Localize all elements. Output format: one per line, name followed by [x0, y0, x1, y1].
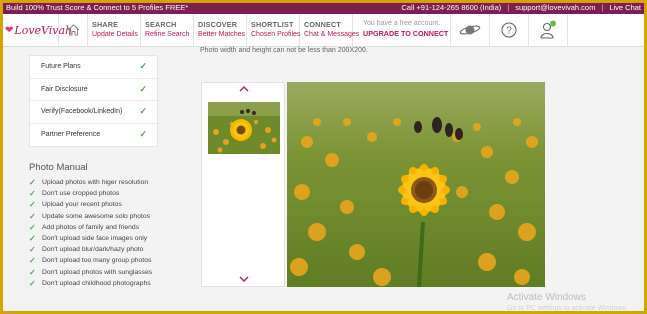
nav-discover[interactable]: DISCOVER Better Matches: [194, 14, 247, 46]
support-email-link[interactable]: support@lovevivah.com: [515, 3, 595, 12]
nav-subtitle: Chat & Messages: [304, 31, 360, 38]
nav-title: CONNECT: [304, 20, 341, 29]
heart-icon: ❤: [5, 24, 14, 36]
sunflower-thumbnail-image: [208, 102, 280, 154]
checkmark-icon: ✓: [29, 267, 36, 277]
list-item: ✓ Don't upload too many group photos: [29, 256, 152, 266]
nav-subtitle: Better Matches: [198, 31, 246, 38]
photo-preview: [287, 82, 545, 287]
checkmark-icon: ✓: [29, 178, 36, 188]
activate-windows-watermark: Activate Windows: [507, 292, 586, 303]
activate-windows-subtext: Go to PC settings to activate Windows.: [507, 305, 628, 312]
list-item: ✓ Don't upload childhood photographs: [29, 278, 151, 288]
svg-text:?: ?: [506, 26, 512, 37]
list-item: ✓ Don't upload photos with sunglasses: [29, 267, 153, 277]
logo[interactable]: ❤ LoveVivah: [0, 14, 72, 46]
call-text: Call +91-124-265 8600 (India): [401, 2, 502, 12]
checkmark-icon: ✓: [139, 83, 147, 94]
scroll-down-button[interactable]: [202, 274, 286, 284]
list-item: ✓ Add photos of family and friends: [29, 222, 140, 232]
list-item: ✓ Don't use cropped photos: [29, 189, 120, 199]
menu-item-future-plans[interactable]: Future Plans ✓: [30, 56, 157, 79]
separator: |: [507, 2, 510, 12]
nav-subtitle: Refine Search: [145, 31, 190, 38]
live-chat-link[interactable]: Live Chat: [609, 3, 641, 12]
checkmark-icon: ✓: [139, 129, 147, 140]
checkmark-icon: ✓: [29, 245, 36, 255]
checkmark-icon: ✓: [29, 189, 36, 199]
list-item: ✓ Don't upload side face images only: [29, 234, 148, 244]
list-item: ✓ Upload photos with higer resolution: [29, 178, 149, 188]
menu-item-label: Future Plans: [41, 63, 81, 71]
checkmark-icon: ✓: [29, 256, 36, 266]
photo-manual-list: ✓ Upload photos with higer resolution ✓ Do…: [29, 177, 194, 289]
menu-item-verify[interactable]: Verify(Facebook/LinkedIn) ✓: [30, 101, 157, 124]
promo-bar: Build 100% Trust Score & Connect to 5 Pr…: [0, 0, 647, 14]
nav-shortlist[interactable]: SHORTLIST Chosen Profiles: [247, 14, 300, 46]
nav-subtitle: Chosen Profiles: [251, 31, 301, 38]
list-item: ✓ Upload your recent photos: [29, 200, 122, 210]
nav-title: SHARE: [92, 20, 119, 29]
nav-connect[interactable]: CONNECT Chat & Messages: [300, 14, 360, 46]
checkmark-icon: ✓: [139, 106, 147, 117]
promo-link[interactable]: Build 100% Trust Score & Connect to 5 Pr…: [6, 3, 401, 12]
checkmark-icon: ✓: [29, 200, 36, 210]
home-icon: [67, 24, 79, 36]
checkmark-icon: ✓: [139, 61, 147, 72]
account-note: You have a free account.: [363, 20, 441, 27]
main-header: ❤ LoveVivah SHARE Update Details SEARCH …: [0, 14, 647, 47]
checkmark-icon: ✓: [29, 211, 36, 221]
help-icon: ?: [501, 22, 517, 38]
menu-item-partner-preference[interactable]: Partner Preference ✓: [30, 124, 157, 147]
nav-title: SEARCH: [145, 20, 177, 29]
photo-manual-title: Photo Manual: [29, 162, 88, 173]
nav-title: DISCOVER: [198, 20, 238, 29]
thumbnail-strip: [201, 82, 285, 287]
photo-size-note: Photo width and height can not be less t…: [200, 47, 368, 54]
profile-button[interactable]: [529, 14, 568, 46]
planet-button[interactable]: [451, 14, 490, 46]
upgrade-box[interactable]: You have a free account. UPGRADE TO CONN…: [353, 14, 451, 46]
nav-subtitle: Update Details: [92, 31, 138, 38]
separator: |: [601, 2, 604, 12]
list-item: ✓ Don't upload blur/dark/hazy photo: [29, 245, 144, 255]
checkmark-icon: ✓: [29, 222, 36, 232]
scroll-up-button[interactable]: [202, 84, 286, 94]
list-item: ✓ Update some awesome solo photos: [29, 211, 151, 221]
checkmark-icon: ✓: [29, 234, 36, 244]
chevron-down-icon: [239, 276, 249, 282]
upgrade-link[interactable]: UPGRADE TO CONNECT: [363, 29, 450, 38]
chevron-up-icon: [239, 86, 249, 92]
menu-item-label: Partner Preference: [41, 131, 101, 139]
nav-share[interactable]: SHARE Update Details: [88, 14, 141, 46]
help-button[interactable]: ?: [490, 14, 529, 46]
nav-title: SHORTLIST: [251, 20, 294, 29]
menu-item-label: Verify(Facebook/LinkedIn): [41, 108, 123, 116]
profile-menu: Future Plans ✓ Fair Disclosure ✓ Verify(…: [29, 55, 158, 147]
checkmark-icon: ✓: [29, 278, 36, 288]
menu-item-fair-disclosure[interactable]: Fair Disclosure ✓: [30, 79, 157, 101]
photo-thumbnail[interactable]: [208, 102, 280, 154]
home-button[interactable]: [58, 14, 88, 46]
sunflower-photo: [287, 82, 545, 287]
menu-item-label: Fair Disclosure: [41, 85, 88, 93]
nav-search[interactable]: SEARCH Refine Search: [141, 14, 194, 46]
user-icon: [540, 20, 556, 39]
planet-icon: [459, 25, 481, 35]
